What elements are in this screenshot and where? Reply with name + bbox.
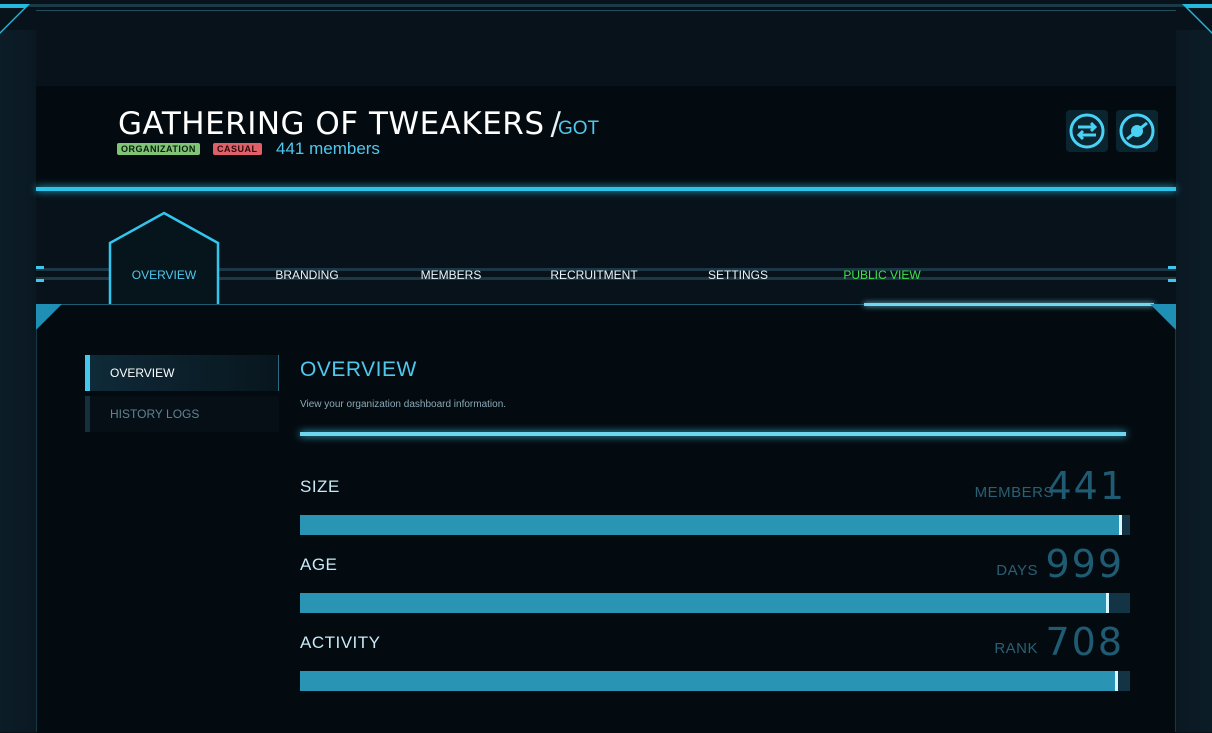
- tab-public-view[interactable]: PUBLIC VIEW: [822, 268, 942, 282]
- stat-label-size: SIZE: [300, 477, 340, 496]
- frame-right-edge: [1176, 30, 1212, 732]
- stat-label-activity: ACTIVITY: [300, 633, 381, 652]
- frame-corner-top-left-mask: [0, 8, 24, 32]
- nav-rail-cap-right: [1168, 266, 1176, 282]
- stat-bar-age-marker: [1106, 593, 1109, 613]
- frame-left-edge: [0, 30, 36, 732]
- tab-branding[interactable]: BRANDING: [247, 268, 367, 282]
- badge-casual: CASUAL: [213, 143, 262, 155]
- section-description: View your organization dashboard informa…: [300, 399, 507, 410]
- public-page-button[interactable]: [1116, 110, 1158, 152]
- stat-value-activity: 708: [1045, 620, 1124, 664]
- stat-bar-size: [300, 515, 1130, 535]
- stat-unit-members: MEMBERS: [974, 484, 1054, 501]
- section-divider: [300, 432, 1126, 436]
- stat-label-age: AGE: [300, 555, 338, 574]
- stat-bar-age: [300, 593, 1130, 613]
- stat-bar-activity-marker: [1115, 671, 1118, 691]
- stat-bar-size-fill: [300, 515, 1122, 535]
- org-sid: GOT: [558, 118, 600, 139]
- members-count: 441 members: [276, 139, 380, 158]
- stat-bar-activity-fill: [300, 671, 1118, 691]
- tab-overview[interactable]: OVERVIEW: [104, 268, 224, 282]
- panel-left-border: [36, 330, 37, 732]
- switch-arrows-icon: [1069, 113, 1105, 149]
- switch-org-button[interactable]: [1066, 110, 1108, 152]
- header-divider: [36, 187, 1176, 191]
- frame-top-line: [0, 4, 1212, 7]
- panel-right-border: [1175, 330, 1176, 732]
- stat-unit-rank: RANK: [994, 640, 1038, 657]
- org-title: GATHERING OF TWEAKERS /: [118, 106, 567, 142]
- tab-members[interactable]: MEMBERS: [391, 268, 511, 282]
- frame-corner-top-right-mask: [1188, 8, 1212, 32]
- sidebar-item-overview[interactable]: OVERVIEW: [85, 355, 279, 391]
- panel-corner-left: [36, 304, 62, 330]
- stat-bar-age-fill: [300, 593, 1109, 613]
- stat-value-age: 999: [1045, 542, 1124, 586]
- tab-settings[interactable]: SETTINGS: [678, 268, 798, 282]
- section-title: OVERVIEW: [300, 358, 417, 381]
- stat-value-size: 441: [1047, 464, 1126, 508]
- tab-recruitment[interactable]: RECRUITMENT: [534, 268, 654, 282]
- panel-corner-right: [1150, 304, 1176, 330]
- frame-top-line-inner: [36, 10, 1176, 11]
- stat-unit-days: DAYS: [996, 562, 1038, 579]
- stat-bar-activity: [300, 671, 1130, 691]
- badge-organization: ORGANIZATION: [117, 143, 200, 155]
- planet-icon: [1119, 113, 1155, 149]
- panel-top-glow: [864, 303, 1154, 306]
- sidebar-item-history-logs[interactable]: HISTORY LOGS: [85, 396, 279, 432]
- stat-bar-size-marker: [1119, 515, 1122, 535]
- org-name: GATHERING OF TWEAKERS: [118, 106, 545, 142]
- nav-rail-cap-left: [36, 266, 44, 282]
